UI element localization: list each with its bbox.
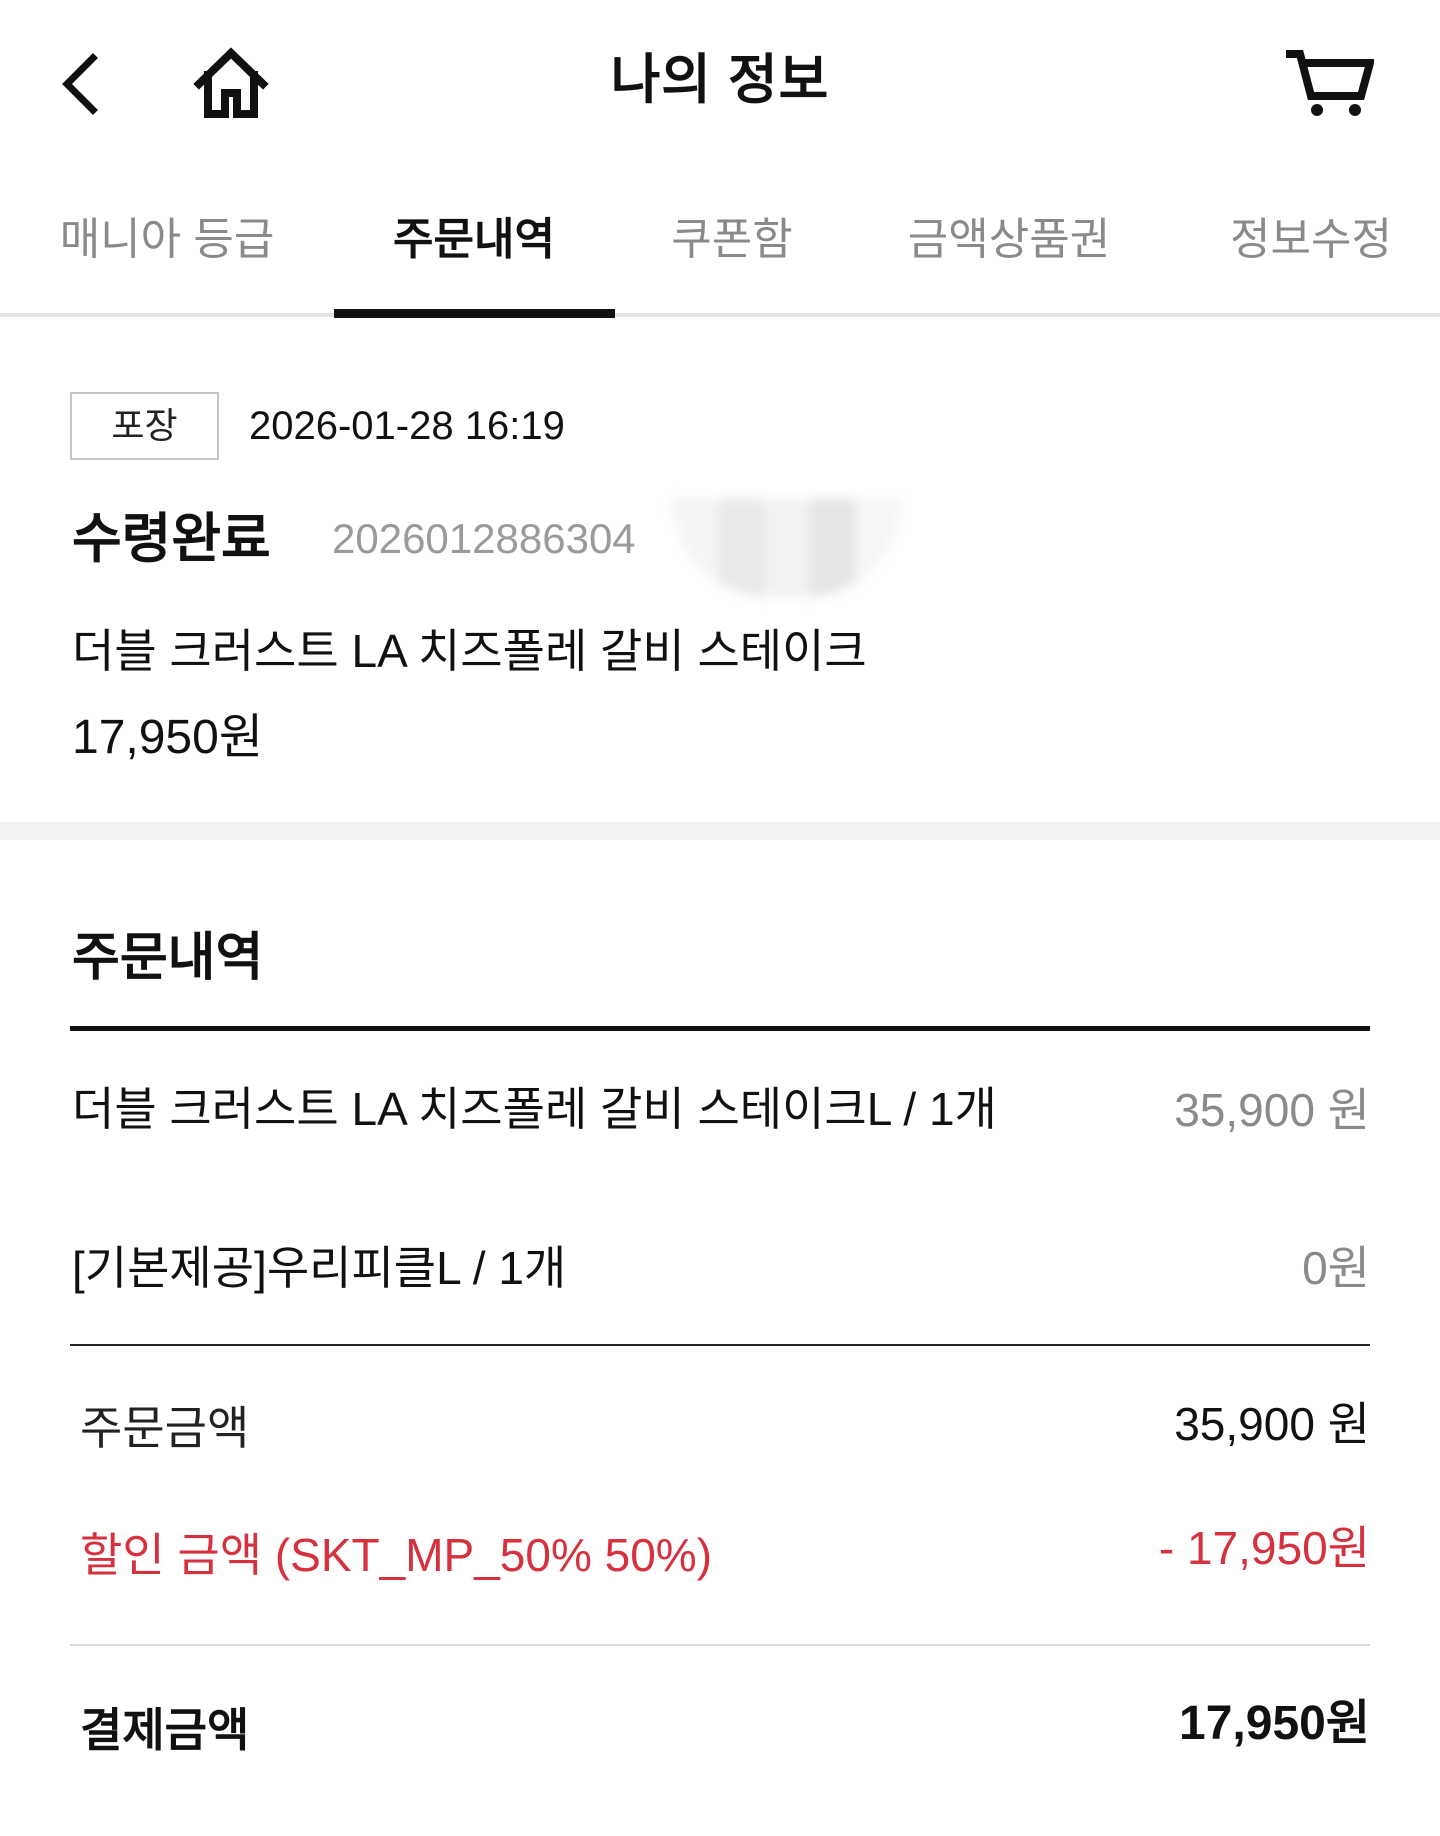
tab-gift-certificates[interactable]: 금액상품권 <box>908 210 1110 270</box>
order-number: 2026012886304 <box>332 515 636 562</box>
discount-value: - 17,950원 <box>1158 1522 1370 1574</box>
tab-divider <box>0 313 1440 317</box>
page-title: 나의 정보 <box>610 50 830 110</box>
order-status: 수령완료 <box>72 509 271 569</box>
tab-coupons[interactable]: 쿠폰함 <box>671 210 792 270</box>
line-item-name: 더블 크러스트 LA 치즈폴레 갈비 스테이크L / 1개 <box>72 1083 997 1135</box>
redaction-blur <box>672 498 902 598</box>
product-name: 더블 크러스트 LA 치즈폴레 갈비 스테이크 <box>72 625 867 677</box>
line-item-name: [기본제공]우리피클L / 1개 <box>72 1242 567 1294</box>
line-item-price: 35,900 원 <box>1174 1084 1370 1136</box>
section-heading: 주문내역 <box>72 929 264 987</box>
items-divider <box>70 1344 1370 1346</box>
cart-button[interactable] <box>1282 46 1374 120</box>
cart-icon <box>1286 50 1374 116</box>
order-type-badge: 포장 <box>70 392 219 460</box>
section-separator <box>0 822 1440 840</box>
product-price: 17,950원 <box>72 711 263 764</box>
tab-edit-info[interactable]: 정보수정 <box>1230 210 1392 270</box>
heading-divider <box>70 1026 1370 1031</box>
tab-order-history[interactable]: 주문내역 <box>393 210 555 270</box>
line-item-price: 0원 <box>1302 1242 1370 1294</box>
order-amount-value: 35,900 원 <box>1174 1398 1370 1450</box>
payment-amount-value: 17,950원 <box>1179 1697 1370 1750</box>
order-datetime: 2026-01-28 16:19 <box>249 404 565 448</box>
active-tab-indicator <box>334 309 615 318</box>
tab-mania-grade[interactable]: 매니아 등급 <box>60 210 275 270</box>
summary-divider <box>70 1644 1370 1646</box>
discount-label: 할인 금액 (SKT_MP_50% 50%) <box>80 1529 713 1581</box>
payment-amount-label: 결제금액 <box>80 1704 250 1756</box>
order-amount-label: 주문금액 <box>80 1402 250 1454</box>
